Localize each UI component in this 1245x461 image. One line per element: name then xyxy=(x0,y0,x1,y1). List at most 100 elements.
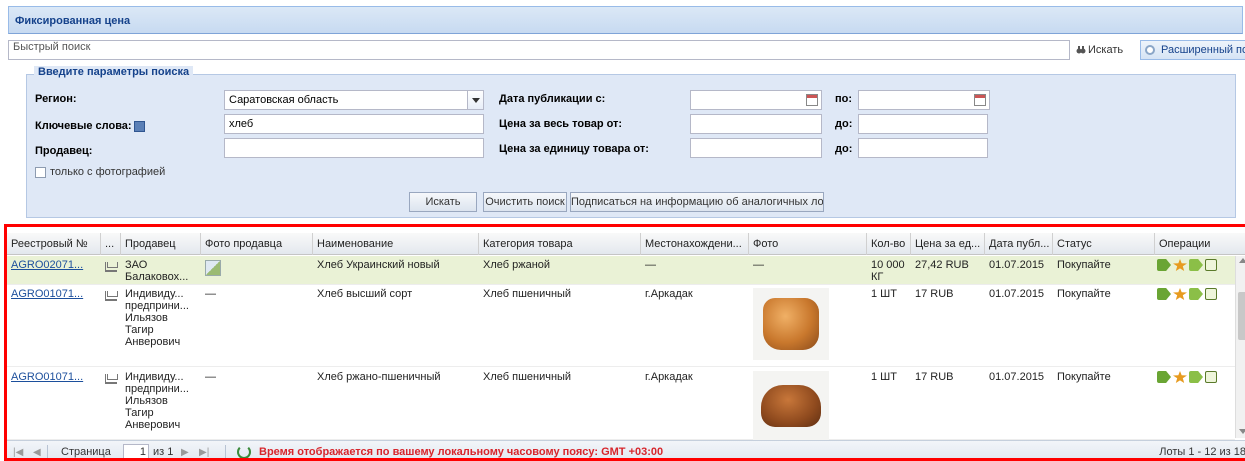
price-cell: 17 RUB xyxy=(915,371,954,383)
advanced-search-button[interactable]: Расширенный поиск xyxy=(1140,40,1245,60)
col-pub-date[interactable]: Дата публ... xyxy=(985,233,1053,255)
paging-toolbar: |◀ ◀ Страница 1 из 1 ▶ ▶| Время отобража… xyxy=(7,440,1245,458)
col-seller-photo[interactable]: Фото продавца xyxy=(201,233,313,255)
category-cell: Хлеб ржаной xyxy=(483,259,551,271)
table-row[interactable]: AGRO01071... Индивиду... предприни... Ил… xyxy=(7,368,1235,443)
checkbox-box[interactable] xyxy=(35,166,46,178)
bread-loaf-image xyxy=(761,385,821,427)
tag-icon[interactable] xyxy=(1157,259,1171,271)
seller-photo-cell: — xyxy=(205,371,216,383)
scroll-up-icon[interactable] xyxy=(1239,258,1245,263)
col-operations[interactable]: Операции xyxy=(1155,233,1245,255)
unit-price-from-input[interactable] xyxy=(690,138,822,158)
col-unit-price[interactable]: Цена за ед... xyxy=(911,233,985,255)
keywords-label-text: Ключевые слова: xyxy=(35,120,132,132)
quick-search-button-label: Искать xyxy=(1088,44,1124,56)
keywords-input[interactable]: хлеб xyxy=(224,114,484,134)
next-page-icon[interactable]: ▶ xyxy=(181,447,189,458)
col-location[interactable]: Местонахождени... xyxy=(641,233,749,255)
help-icon[interactable] xyxy=(133,120,145,132)
star-icon[interactable] xyxy=(1173,288,1187,300)
tag-icon[interactable] xyxy=(1157,371,1171,383)
status-cell: Покупайте xyxy=(1057,259,1111,271)
binoculars-icon xyxy=(1076,46,1086,54)
name-cell: Хлеб высший сорт xyxy=(317,288,413,300)
location-cell: г.Аркадак xyxy=(645,371,693,383)
cart-icon[interactable] xyxy=(105,374,118,384)
fixed-price-page: Фиксированная цена Быстрый поиск Искать … xyxy=(0,0,1245,461)
region-label: Регион: xyxy=(35,93,77,105)
scroll-down-icon[interactable] xyxy=(1239,429,1245,434)
first-page-icon[interactable]: |◀ xyxy=(13,447,23,458)
total-price-from-label: Цена за весь товар от: xyxy=(499,118,623,130)
prev-page-icon[interactable]: ◀ xyxy=(33,447,41,458)
col-photo[interactable]: Фото xyxy=(749,233,867,255)
calendar-icon[interactable] xyxy=(974,94,986,106)
subscribe-button[interactable]: Подписаться на информацию об аналогичных… xyxy=(570,192,824,212)
lock-icon[interactable] xyxy=(1205,259,1217,271)
gear-icon xyxy=(1145,45,1155,55)
reg-no-link[interactable]: AGRO02071... xyxy=(7,259,101,271)
tag-icon[interactable] xyxy=(1157,288,1171,300)
pub-date-to-input[interactable] xyxy=(858,90,990,110)
quick-search-input[interactable]: Быстрый поиск xyxy=(8,40,1070,60)
lock-icon[interactable] xyxy=(1205,371,1217,383)
page-label: Страница xyxy=(61,446,111,458)
table-row[interactable]: AGRO01071... Индивиду... предприни... Ил… xyxy=(7,285,1235,367)
col-status[interactable]: Статус xyxy=(1053,233,1155,255)
timezone-note: Время отображается по вашему локальному … xyxy=(259,446,664,458)
last-page-icon[interactable]: ▶| xyxy=(199,447,209,458)
product-photo[interactable] xyxy=(753,288,829,360)
page-number-input[interactable]: 1 xyxy=(123,444,149,458)
lock-icon[interactable] xyxy=(1205,288,1217,300)
col-seller[interactable]: Продавец xyxy=(121,233,201,255)
scroll-thumb[interactable] xyxy=(1238,292,1245,340)
col-name[interactable]: Наименование xyxy=(313,233,479,255)
name-cell: Хлеб Украинский новый xyxy=(317,259,440,271)
quick-search-bar: Быстрый поиск Искать Расширенный поиск xyxy=(8,40,1245,60)
star-icon[interactable] xyxy=(1173,259,1187,271)
calendar-icon[interactable] xyxy=(806,94,818,106)
photo-only-checkbox[interactable]: только с фотографией xyxy=(35,166,165,178)
col-qty[interactable]: Кол-во xyxy=(867,233,911,255)
price-cell: 27,42 RUB xyxy=(915,259,969,271)
chevron-down-icon[interactable] xyxy=(467,91,483,109)
operations xyxy=(1157,371,1217,383)
search-params-legend: Введите параметры поиска xyxy=(34,66,194,78)
lots-count: Лоты 1 - 12 из 18 xyxy=(1159,446,1245,458)
col-reg-no[interactable]: Реестровый № xyxy=(7,233,101,255)
tag-icon[interactable] xyxy=(1189,371,1203,383)
lots-grid: Реестровый № ... Продавец Фото продавца … xyxy=(4,224,1245,461)
operations xyxy=(1157,288,1217,300)
seller-cell: ЗАО Балаковох... xyxy=(125,259,189,283)
advanced-search-label: Расширенный поиск xyxy=(1161,44,1245,56)
search-button[interactable]: Искать xyxy=(409,192,477,212)
seller-cell: Индивиду... предприни... Ильязов Тагир А… xyxy=(125,288,189,348)
tag-icon[interactable] xyxy=(1189,288,1203,300)
clear-search-button[interactable]: Очистить поиск xyxy=(483,192,567,212)
seller-input[interactable] xyxy=(224,138,484,158)
qty-cell: 1 ШТ xyxy=(871,371,897,383)
star-icon[interactable] xyxy=(1173,371,1187,383)
reg-no-link[interactable]: AGRO01071... xyxy=(7,371,101,383)
table-row[interactable]: AGRO02071... ЗАО Балаковох... Хлеб Украи… xyxy=(7,256,1235,285)
region-select[interactable]: Саратовская область xyxy=(224,90,484,110)
pub-date-from-input[interactable] xyxy=(690,90,822,110)
refresh-icon[interactable] xyxy=(237,445,251,458)
vertical-scrollbar[interactable] xyxy=(1235,256,1245,438)
col-more[interactable]: ... xyxy=(101,233,121,255)
quick-search-button[interactable]: Искать xyxy=(1076,40,1136,60)
unit-price-to-input[interactable] xyxy=(858,138,988,158)
location-cell: г.Аркадак xyxy=(645,288,693,300)
total-price-to-input[interactable] xyxy=(858,114,988,134)
date-cell: 01.07.2015 xyxy=(989,259,1045,271)
col-category[interactable]: Категория товара xyxy=(479,233,641,255)
qty-cell: 1 ШТ xyxy=(871,288,897,300)
tag-icon[interactable] xyxy=(1189,259,1203,271)
cart-icon[interactable] xyxy=(105,262,118,272)
cart-icon[interactable] xyxy=(105,291,118,301)
product-photo[interactable] xyxy=(753,371,829,443)
total-price-from-input[interactable] xyxy=(690,114,822,134)
reg-no-link[interactable]: AGRO01071... xyxy=(7,288,101,300)
panel-title: Фиксированная цена xyxy=(8,6,1243,34)
